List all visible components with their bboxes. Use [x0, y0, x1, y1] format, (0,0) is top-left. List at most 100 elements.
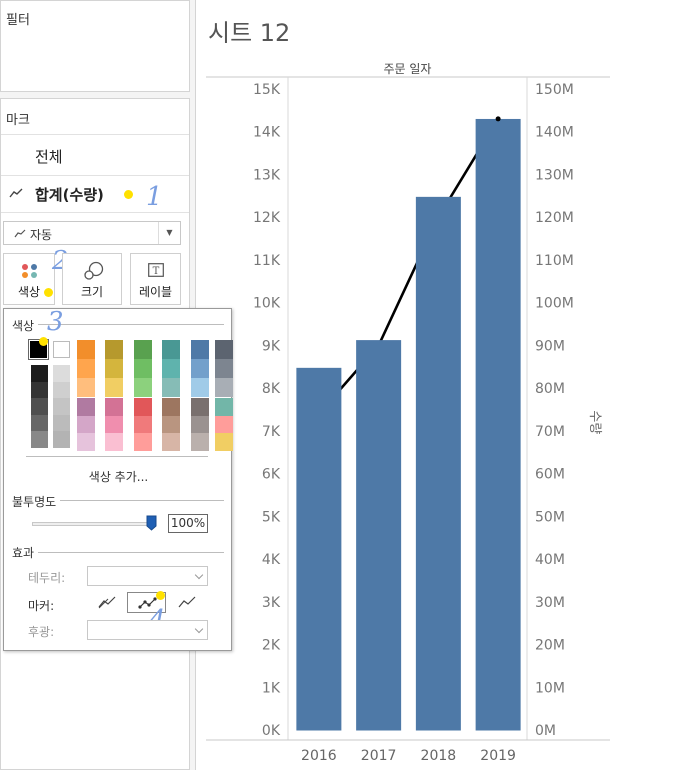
annotation-dot-3: [39, 337, 48, 346]
swatch-color[interactable]: [162, 415, 180, 433]
y2-tick-label: 140M: [535, 125, 574, 141]
swatch-color[interactable]: [105, 359, 123, 378]
x-tick-label: 2016: [301, 748, 337, 764]
swatch-gray[interactable]: [31, 431, 48, 448]
swatch-color[interactable]: [134, 415, 152, 433]
annotation-dot-1: [124, 190, 133, 199]
swatch-color[interactable]: [77, 340, 95, 359]
annotation-number-3: 3: [47, 307, 64, 337]
swatch-color[interactable]: [162, 433, 180, 451]
y2-tick-label: 150M: [535, 82, 574, 98]
y-tick-label: 1K: [262, 680, 281, 696]
opacity-slider-thumb[interactable]: [146, 515, 157, 531]
bar-2019[interactable]: [475, 118, 521, 731]
swatch-color[interactable]: [162, 340, 180, 359]
swatch-light-gray[interactable]: [53, 414, 70, 431]
halo-label: 후광:: [28, 625, 55, 639]
halo-dropdown[interactable]: [87, 620, 208, 640]
color-button[interactable]: 색상: [3, 253, 55, 305]
x-tick-label: 2017: [361, 748, 397, 764]
y-tick-label: 4K: [262, 552, 281, 568]
y2-tick-label: 90M: [535, 338, 565, 354]
marker-none-option[interactable]: [98, 596, 116, 609]
swatch-color[interactable]: [77, 398, 95, 416]
bar-2018[interactable]: [415, 196, 461, 731]
annotation-dot-2: [44, 288, 53, 297]
combined-chart: 주문 일자 0K 1K 2K 3K 4K 5K 6K 7K 8K 9K 10K 11K 12K 13K 14K…: [206, 62, 610, 764]
marks-title: 마크: [6, 113, 30, 128]
column-header-label: 주문 일자: [384, 62, 432, 76]
swatch-color[interactable]: [105, 378, 123, 397]
filters-title: 필터: [6, 13, 30, 28]
swatch-color[interactable]: [105, 340, 123, 359]
y2-tick-label: 0M: [535, 723, 556, 739]
line-series-path[interactable]: [317, 118, 500, 415]
swatch-color[interactable]: [162, 398, 180, 416]
marker-label: 마커:: [28, 599, 55, 613]
y2-tick-label: 60M: [535, 467, 565, 483]
y2-tick-label: 20M: [535, 638, 565, 654]
y-tick-label: 13K: [253, 167, 281, 183]
size-button[interactable]: 크기: [62, 253, 122, 305]
swatch-gray[interactable]: [31, 381, 48, 398]
sheet-title: 시트 12: [208, 19, 291, 47]
marker-auto-option[interactable]: [178, 596, 196, 609]
swatch-color[interactable]: [77, 415, 95, 433]
label-button[interactable]: T 레이블: [130, 253, 181, 305]
swatch-gray[interactable]: [31, 365, 48, 382]
swatch-light-gray[interactable]: [53, 381, 70, 398]
x-tick-label: 2018: [421, 748, 457, 764]
marks-measure-tab[interactable]: 합계(수량): [35, 184, 104, 205]
y-tick-label: 9K: [262, 338, 281, 354]
annotation-dot-4: [156, 591, 165, 600]
swatch-color[interactable]: [134, 433, 152, 451]
label-button-label: 레이블: [138, 285, 173, 299]
mark-type-value: 자동: [30, 228, 53, 242]
color-section-title: 색상: [12, 317, 39, 334]
swatch-light-gray[interactable]: [53, 398, 70, 415]
swatch-color[interactable]: [77, 359, 95, 378]
swatch-color[interactable]: [134, 359, 152, 378]
size-button-label: 크기: [80, 285, 104, 299]
border-dropdown[interactable]: [87, 566, 208, 586]
marks-all-tab[interactable]: 전체: [35, 146, 63, 167]
swatch-white[interactable]: [53, 341, 70, 358]
y2-tick-label: 40M: [535, 552, 565, 568]
opacity-slider-track[interactable]: [32, 522, 154, 526]
y2-tick-label: 110M: [535, 253, 574, 269]
y2-tick-label: 70M: [535, 424, 565, 440]
line-point-2019[interactable]: [495, 116, 501, 122]
swatch-color[interactable]: [134, 398, 152, 416]
swatch-color[interactable]: [77, 433, 95, 451]
filters-shelf[interactable]: 필터: [0, 0, 190, 92]
y-tick-label: 14K: [253, 125, 281, 141]
y2-tick-label: 50M: [535, 509, 565, 525]
mark-type-dropdown[interactable]: 자동 ▼: [3, 221, 181, 245]
y-tick-label: 5K: [262, 509, 281, 525]
border-label: 테두리:: [28, 571, 66, 585]
x-tick-label: 2019: [480, 748, 516, 764]
size-circles-icon: [84, 261, 104, 280]
y-tick-label: 8K: [262, 381, 281, 397]
opacity-section-title: 불투명도: [12, 493, 61, 510]
swatch-gray[interactable]: [31, 414, 48, 431]
swatch-light-gray[interactable]: [53, 431, 70, 448]
y-tick-label: 10K: [253, 296, 281, 312]
swatch-light-gray[interactable]: [53, 365, 70, 382]
swatch-color[interactable]: [134, 378, 152, 397]
swatch-gray[interactable]: [31, 398, 48, 415]
effects-section-title: 효과: [12, 544, 39, 561]
y2-tick-label: 100M: [535, 296, 574, 312]
swatch-color[interactable]: [105, 398, 123, 416]
y2-tick-label: 10M: [535, 680, 565, 696]
swatch-color[interactable]: [77, 378, 95, 397]
bar-2016[interactable]: [296, 367, 342, 731]
swatch-color[interactable]: [105, 415, 123, 433]
y-tick-label: 2K: [262, 638, 281, 654]
y-tick-label: 7K: [262, 424, 281, 440]
swatch-color[interactable]: [134, 340, 152, 359]
swatch-color[interactable]: [105, 433, 123, 451]
bar-2017[interactable]: [356, 340, 402, 731]
swatch-color[interactable]: [162, 378, 180, 397]
swatch-color[interactable]: [162, 359, 180, 378]
